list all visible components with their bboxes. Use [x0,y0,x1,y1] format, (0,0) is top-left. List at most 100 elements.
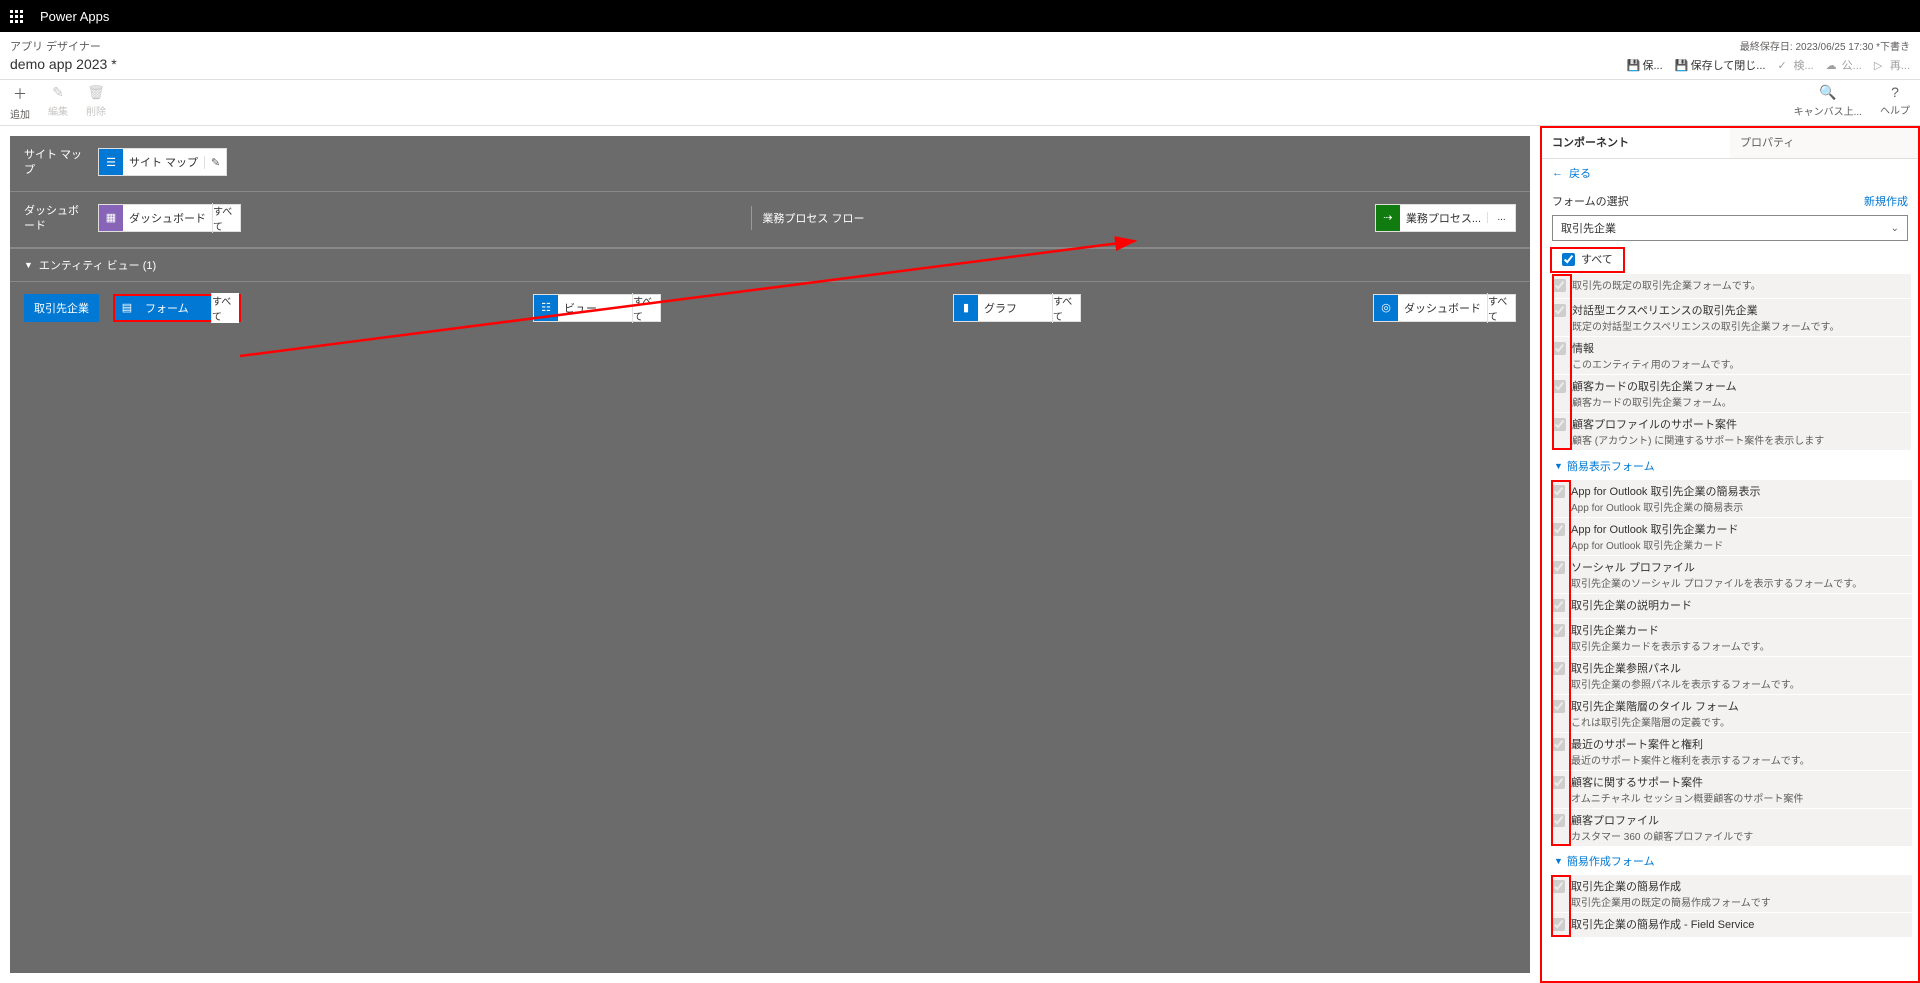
bpf-label: 業務プロセス フロー [762,210,864,226]
bpf-icon: ⇢ [1376,205,1400,231]
dashboard-tile[interactable]: ▦ ダッシュボード すべて [98,204,241,232]
form-select-label: フォームの選択 [1552,193,1629,209]
form-checkbox[interactable] [1552,485,1565,498]
waffle-icon[interactable] [0,0,32,32]
help-button[interactable]: ?ヘルプ [1880,84,1910,121]
quick-view-header[interactable]: ▼ 簡易表示フォーム [1552,452,1912,480]
form-item-title: 最近のサポート案件と権利 [1571,736,1810,752]
form-list-item[interactable]: 顧客プロファイルカスタマー 360 の顧客プロファイルです [1552,809,1912,846]
dashboard-icon: ▦ [99,205,123,231]
last-saved-label: 最終保存日: 2023/06/25 17:30 *下書き [1740,38,1910,53]
form-checkbox[interactable] [1552,776,1565,789]
form-checkbox[interactable] [1552,561,1565,574]
save-close-button[interactable]: 💾保存して閉じ... [1675,57,1766,73]
entity-selector[interactable]: 取引先企業 ⌄ [1552,215,1908,241]
select-all-checkbox[interactable]: すべて [1550,247,1625,273]
form-list-item[interactable]: 顧客プロファイルのサポート案件顧客 (アカウント) に関連するサポート案件を表示… [1553,413,1911,450]
save-icon: 💾 [1626,59,1638,71]
form-checkbox[interactable] [1553,418,1566,431]
form-checkbox[interactable] [1552,738,1565,751]
form-item-title: App for Outlook 取引先企業の簡易表示 [1571,483,1761,499]
form-checkbox[interactable] [1553,380,1566,393]
form-checkbox[interactable] [1552,523,1565,536]
pencil-icon: ✎ [52,84,64,101]
play-button[interactable]: ▷再... [1874,57,1910,73]
caret-down-icon: ▼ [24,260,33,270]
form-item-desc: 最近のサポート案件と権利を表示するフォームです。 [1571,752,1810,767]
new-form-link[interactable]: 新規作成 [1864,193,1908,209]
form-item-title: App for Outlook 取引先企業カード [1571,521,1739,537]
views-tile[interactable]: ☷ ビュー すべて [533,294,661,322]
sub-header: アプリ デザイナー demo app 2023 * 最終保存日: 2023/06… [0,32,1920,80]
form-list-scroll[interactable]: 取引先の既定の取引先企業フォームです。対話型エクスペリエンスの取引先企業既定の対… [1542,273,1918,981]
entity-button[interactable]: 取引先企業 [24,294,99,322]
form-checkbox[interactable] [1552,624,1565,637]
entity-view-header[interactable]: ▼ エンティティ ビュー (1) [10,248,1530,282]
publish-button[interactable]: ☁公... [1826,57,1862,73]
canvas-button[interactable]: 🔍キャンバス上... [1794,84,1862,121]
add-button[interactable]: ＋追加 [10,84,30,121]
tab-properties[interactable]: プロパティ [1730,128,1918,158]
plus-icon: ＋ [13,84,27,104]
form-checkbox[interactable] [1552,814,1565,827]
dashboards-tile[interactable]: ◎ ダッシュボード すべて [1373,294,1516,322]
save-button[interactable]: 💾保... [1626,57,1662,73]
form-item-desc: これは取引先企業階層の定義です。 [1571,714,1739,729]
form-item-title: 取引先企業カード [1571,622,1770,638]
edit-button: ✎編集 [48,84,68,121]
designer-label: アプリ デザイナー [10,38,117,54]
bpf-tile[interactable]: ⇢ 業務プロセス... ... [1375,204,1516,232]
canvas: サイト マップ ☰ サイト マップ ✎ ダッシュボード ▦ ダッシュボード [0,126,1540,983]
form-list-item[interactable]: 取引先企業階層のタイル フォームこれは取引先企業階層の定義です。 [1552,695,1912,732]
form-item-desc: 顧客 (アカウント) に関連するサポート案件を表示します [1572,432,1824,447]
main-forms-group: 取引先の既定の取引先企業フォームです。対話型エクスペリエンスの取引先企業既定の対… [1552,273,1912,452]
tab-components[interactable]: コンポーネント [1542,128,1730,158]
form-checkbox[interactable] [1553,342,1566,355]
form-item-desc: 顧客カードの取引先企業フォーム。 [1572,394,1737,409]
sitemap-tile[interactable]: ☰ サイト マップ ✎ [98,148,227,176]
validate-button[interactable]: ✓検... [1777,57,1813,73]
form-list-item[interactable]: 顧客に関するサポート案件オムニチャネル セッション概要顧客のサポート案件 [1552,771,1912,808]
app-title: demo app 2023 * [10,56,117,72]
form-item-desc: App for Outlook 取引先企業の簡易表示 [1571,499,1761,514]
chevron-down-icon: ⌄ [1891,223,1899,234]
form-list-item[interactable]: 取引先企業カード取引先企業カードを表示するフォームです。 [1552,619,1912,656]
chart-icon: ▮ [954,295,978,321]
main-area: サイト マップ ☰ サイト マップ ✎ ダッシュボード ▦ ダッシュボード [0,126,1920,983]
form-list-item[interactable]: 対話型エクスペリエンスの取引先企業既定の対話型エクスペリエンスの取引先企業フォー… [1553,299,1911,336]
view-icon: ☷ [534,295,558,321]
form-item-desc: 取引先企業カードを表示するフォームです。 [1571,638,1770,653]
form-list-item[interactable]: ソーシャル プロファイル取引先企業のソーシャル プロファイルを表示するフォームで… [1552,556,1912,593]
form-icon: ▤ [115,296,139,320]
form-checkbox[interactable] [1552,880,1565,893]
form-list-item[interactable]: App for Outlook 取引先企業の簡易表示App for Outloo… [1552,480,1912,517]
form-item-desc: 取引先企業のソーシャル プロファイルを表示するフォームです。 [1571,575,1862,590]
form-list-item[interactable]: 最近のサポート案件と権利最近のサポート案件と権利を表示するフォームです。 [1552,733,1912,770]
back-link[interactable]: ← 戻る [1542,159,1918,187]
forms-tile[interactable]: ▤ フォーム すべて [113,294,241,322]
form-list-item[interactable]: 取引先企業参照パネル取引先企業の参照パネルを表示するフォームです。 [1552,657,1912,694]
form-checkbox[interactable] [1553,304,1566,317]
form-list-item[interactable]: 取引先企業の簡易作成 - Field Service [1552,913,1912,937]
form-list-item[interactable]: 情報このエンティティ用のフォームです。 [1553,337,1911,374]
form-item-title: ソーシャル プロファイル [1571,559,1862,575]
form-list-item[interactable]: 顧客カードの取引先企業フォーム顧客カードの取引先企業フォーム。 [1553,375,1911,412]
quick-create-header[interactable]: ▼ 簡易作成フォーム [1552,847,1912,875]
form-checkbox[interactable] [1553,279,1566,292]
form-list-item[interactable]: 取引先企業の簡易作成取引先企業用の既定の簡易作成フォームです [1552,875,1912,912]
form-list-item[interactable]: 取引先企業の説明カード [1552,594,1912,618]
publish-icon: ☁ [1826,59,1838,71]
edit-icon[interactable]: ✎ [204,156,226,169]
charts-tile[interactable]: ▮ グラフ すべて [953,294,1081,322]
form-checkbox[interactable] [1552,918,1565,931]
form-list-item[interactable]: 取引先の既定の取引先企業フォームです。 [1553,274,1911,298]
top-bar: Power Apps [0,0,1920,32]
form-checkbox[interactable] [1552,599,1565,612]
form-list-item[interactable]: App for Outlook 取引先企業カードApp for Outlook … [1552,518,1912,555]
form-checkbox[interactable] [1552,700,1565,713]
form-item-title: 取引先企業の簡易作成 [1571,878,1771,894]
all-checkbox-input[interactable] [1562,253,1575,266]
form-item-desc: オムニチャネル セッション概要顧客のサポート案件 [1571,790,1803,805]
form-checkbox[interactable] [1552,662,1565,675]
form-item-title: 顧客プロファイル [1571,812,1753,828]
